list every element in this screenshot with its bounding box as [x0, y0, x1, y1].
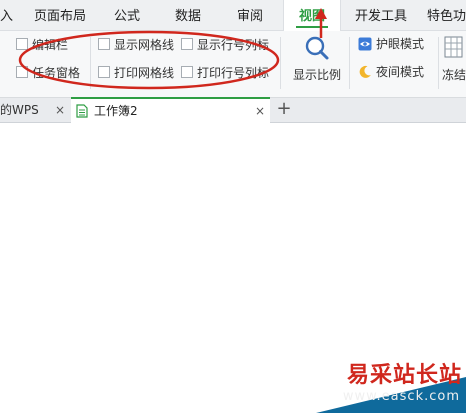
ribbon-separator: [438, 37, 439, 89]
checkbox-task-pane[interactable]: 任务窗格: [16, 64, 80, 82]
checkbox-label: 任务窗格: [32, 66, 81, 80]
magnifier-icon: [305, 36, 329, 60]
freeze-panes-button[interactable]: 冻结: [442, 33, 466, 83]
tab-formulas[interactable]: 公式: [114, 0, 140, 30]
checkbox-formula-bar[interactable]: 编辑栏: [16, 36, 68, 54]
tab-features[interactable]: 特色功: [427, 0, 466, 30]
tab-view[interactable]: 视图: [283, 0, 341, 31]
tab-view-label: 视图: [298, 9, 325, 24]
night-mode-label: 夜间模式: [376, 65, 425, 79]
tab-insert[interactable]: 入: [0, 0, 18, 30]
checkbox-print-headings[interactable]: 打印行号列标: [181, 64, 269, 82]
moon-icon: [359, 65, 371, 78]
view-ribbon: 编辑栏 任务窗格 显示网格线 打印网格线 显示行号列标 打印行号列标 显示比例 …: [0, 31, 466, 98]
checkbox-show-gridlines[interactable]: 显示网格线: [98, 36, 174, 54]
checkbox-box[interactable]: [16, 38, 28, 50]
sheet-icon: [76, 104, 88, 118]
zoom-button[interactable]: 显示比例: [290, 33, 344, 83]
checkbox-print-gridlines[interactable]: 打印网格线: [98, 64, 174, 82]
watermark: 易采站长站 www.easck.com: [316, 351, 466, 413]
doc-tab-label: 工作簿2: [94, 104, 138, 118]
watermark-text: 易采站长站: [346, 362, 462, 388]
eye-protection-button[interactable]: 护眼模式: [358, 34, 424, 54]
checkbox-label: 显示行号列标: [197, 38, 270, 52]
checkbox-show-headings[interactable]: 显示行号列标: [181, 36, 269, 54]
tab-data[interactable]: 数据: [175, 0, 201, 30]
doc-tab-label: 我的WPS: [0, 103, 39, 117]
close-icon[interactable]: ×: [255, 99, 265, 123]
night-mode-button[interactable]: 夜间模式: [358, 62, 424, 82]
plus-icon[interactable]: +: [276, 98, 292, 122]
tab-page-layout[interactable]: 页面布局: [34, 0, 86, 30]
eye-protection-icon: [358, 37, 372, 51]
ribbon-separator: [280, 37, 281, 89]
zoom-label: 显示比例: [292, 68, 341, 82]
checkbox-label: 打印网格线: [114, 66, 175, 80]
ribbon-separator: [90, 37, 91, 89]
freeze-panes-icon: [444, 36, 463, 58]
checkbox-label: 显示网格线: [114, 38, 175, 52]
doc-tab-my-wps[interactable]: 我的WPS ×: [0, 98, 70, 122]
tab-developer[interactable]: 开发工具: [355, 0, 407, 30]
doc-tab-workbook2[interactable]: 工作簿2 ×: [71, 97, 270, 124]
checkbox-label: 编辑栏: [32, 38, 69, 52]
checkbox-box[interactable]: [98, 38, 110, 50]
checkbox-box[interactable]: [181, 66, 193, 78]
tab-review[interactable]: 审阅: [237, 0, 263, 30]
close-icon[interactable]: ×: [55, 98, 65, 122]
watermark-url: www.easck.com: [342, 389, 460, 404]
ribbon-separator: [349, 37, 350, 89]
checkbox-label: 打印行号列标: [197, 66, 270, 80]
checkbox-box[interactable]: [98, 66, 110, 78]
active-tab-underline: [296, 26, 328, 28]
menu-bar: 入 页面布局 公式 数据 审阅 视图 开发工具 特色功: [0, 0, 466, 31]
checkbox-box[interactable]: [16, 66, 28, 78]
document-tab-bar: 我的WPS × 工作簿2 × +: [0, 97, 466, 124]
freeze-label: 冻结: [442, 68, 466, 82]
checkbox-box[interactable]: [181, 38, 193, 50]
eye-protection-label: 护眼模式: [376, 37, 425, 51]
